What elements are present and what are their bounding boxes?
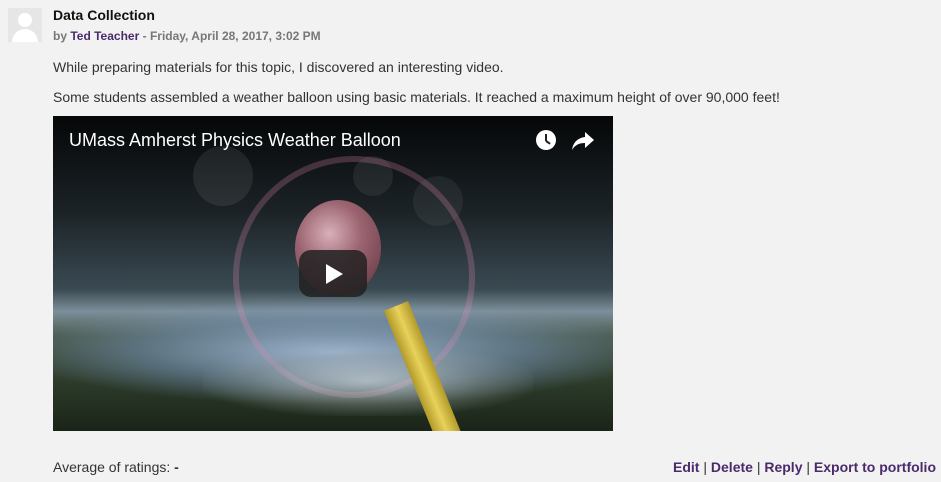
- author-line: by Ted Teacher - Friday, April 28, 2017,…: [53, 29, 321, 43]
- rating-label: Average of ratings:: [53, 459, 175, 475]
- rating-value: -: [174, 459, 179, 475]
- export-to-portfolio-link[interactable]: Export to portfolio: [814, 459, 936, 475]
- share-icon[interactable]: [571, 130, 595, 152]
- avatar-head: [18, 13, 32, 27]
- date-separator: -: [139, 29, 150, 43]
- command-separator: |: [699, 459, 711, 475]
- author-link[interactable]: Ted Teacher: [70, 29, 139, 43]
- reply-link[interactable]: Reply: [764, 459, 802, 475]
- rating-summary: Average of ratings: -: [53, 459, 179, 475]
- avatar-body: [12, 29, 38, 42]
- post-date: Friday, April 28, 2017, 3:02 PM: [149, 29, 321, 43]
- post-paragraph-2: Some students assembled a weather balloo…: [53, 89, 780, 105]
- avatar[interactable]: [8, 8, 42, 42]
- lens-flare: [193, 146, 253, 206]
- play-icon[interactable]: [299, 250, 367, 297]
- video-title[interactable]: UMass Amherst Physics Weather Balloon: [69, 130, 401, 151]
- post-subject: Data Collection: [53, 7, 155, 23]
- command-separator: |: [802, 459, 814, 475]
- clock-icon[interactable]: [536, 130, 556, 150]
- post-commands: Edit | Delete | Reply | Export to portfo…: [673, 459, 936, 475]
- post-paragraph-1: While preparing materials for this topic…: [53, 59, 504, 75]
- author-prefix: by: [53, 29, 71, 43]
- forum-post: Data Collection by Ted Teacher - Friday,…: [0, 0, 941, 482]
- earth-clouds: [203, 346, 533, 416]
- video-embed[interactable]: UMass Amherst Physics Weather Balloon: [53, 116, 613, 431]
- command-separator: |: [752, 459, 765, 475]
- delete-link[interactable]: Delete: [711, 459, 753, 475]
- edit-link[interactable]: Edit: [673, 459, 699, 475]
